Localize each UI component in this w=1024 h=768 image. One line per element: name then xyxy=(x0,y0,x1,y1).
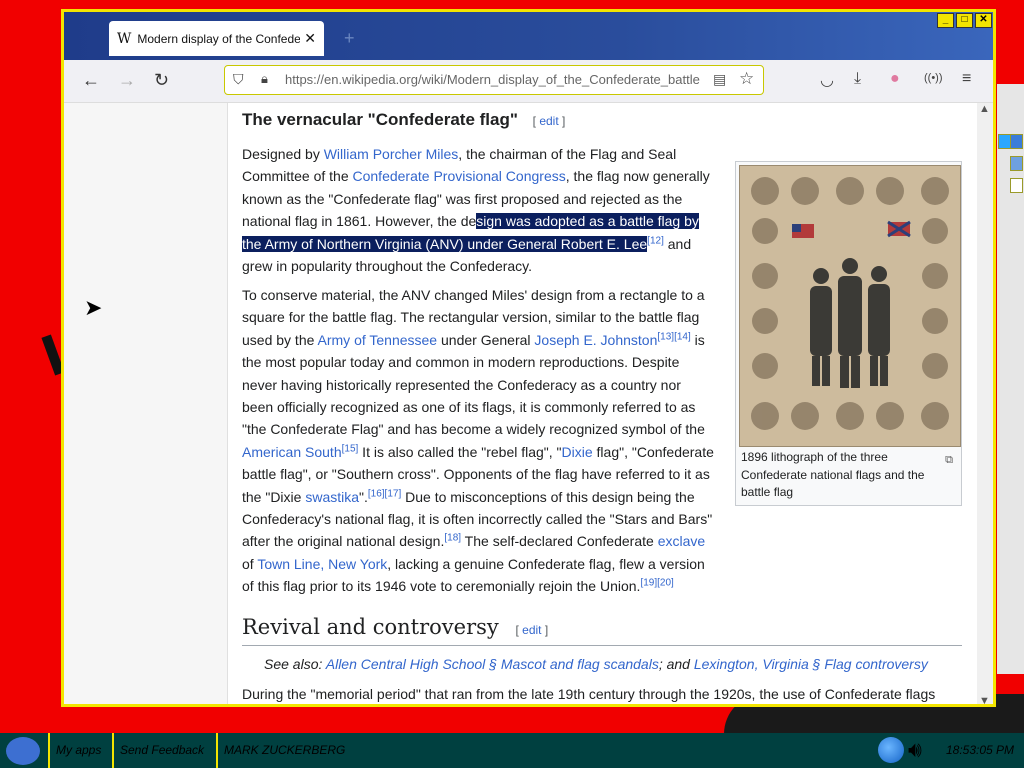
edit-link-label[interactable]: edit xyxy=(539,114,558,128)
menu-icon[interactable]: ≡ xyxy=(962,70,971,88)
text-span: Designed by xyxy=(242,146,324,162)
address-bar[interactable]: ⛉ 🔒︎ https://en.wikipedia.org/wiki/Moder… xyxy=(224,65,764,95)
navigation-toolbar: ← → ↻ ⛉ 🔒︎ https://en.wikipedia.org/wiki… xyxy=(64,60,993,103)
strip-square xyxy=(1010,178,1023,193)
taskbar-item-user[interactable]: MARK ZUCKERBERG xyxy=(216,733,345,768)
page-content: The vernacular "Confederate flag" [ edit… xyxy=(64,103,993,704)
minimize-button[interactable]: _ xyxy=(937,13,954,28)
link-swastika[interactable]: swastika xyxy=(305,489,359,505)
browser-window: W Modern display of the Confederate ✕ + … xyxy=(61,9,996,707)
shield-icon[interactable]: ⛉ xyxy=(233,71,244,88)
text-span: ". xyxy=(359,488,368,505)
back-arrow-icon[interactable]: ← xyxy=(82,70,100,91)
taskbar: My apps Send Feedback MARK ZUCKERBERG 🔊︎… xyxy=(0,733,1024,768)
link-army-of-tennessee[interactable]: Army of Tennessee xyxy=(318,332,438,348)
close-window-button[interactable]: ✕ xyxy=(975,13,992,28)
text-span: ; and xyxy=(658,656,694,672)
mouse-cursor-icon: ➤ xyxy=(84,295,103,320)
taskbar-item-send-feedback[interactable]: Send Feedback xyxy=(112,733,204,768)
accessibility-icon[interactable]: ((•)) xyxy=(924,72,943,84)
enlarge-icon[interactable]: ⧉ xyxy=(945,449,953,471)
scroll-down-icon[interactable]: ▼ xyxy=(979,695,990,704)
strip-square xyxy=(1010,156,1023,171)
paragraph-2: To conserve material, the ANV changed Mi… xyxy=(242,284,714,598)
link-dixie[interactable]: Dixie xyxy=(562,444,593,460)
forward-arrow-icon[interactable]: → xyxy=(118,70,136,91)
link-town-line-new-york[interactable]: Town Line, New York xyxy=(257,556,387,572)
pocket-icon[interactable]: ◡ xyxy=(820,70,834,90)
download-icon[interactable]: ⤓ xyxy=(854,70,861,88)
edit-link-label[interactable]: edit xyxy=(522,623,541,637)
text-span: under General xyxy=(437,331,535,348)
heading-text: The vernacular "Confederate flag" xyxy=(242,110,518,129)
reference-link[interactable]: [19][20] xyxy=(640,578,673,589)
link-american-south[interactable]: American South xyxy=(242,444,342,460)
speaker-icon[interactable]: 🔊︎ xyxy=(908,737,922,763)
thumbnail-caption: 1896 lithograph of the three Confederate… xyxy=(741,450,925,499)
network-globe-icon[interactable] xyxy=(878,737,904,763)
lithograph-illustration xyxy=(740,166,960,446)
new-tab-icon[interactable]: + xyxy=(344,28,355,49)
lock-icon[interactable]: 🔒︎ xyxy=(261,71,268,87)
section-heading-revival: Revival and controversy [ edit ] xyxy=(242,615,962,647)
start-menu-icon[interactable] xyxy=(6,737,40,765)
link-joseph-e-johnston[interactable]: Joseph E. Johnston xyxy=(534,332,657,348)
edit-link[interactable]: [ edit ] xyxy=(515,623,548,637)
link-lexington-virginia[interactable]: Lexington, Virginia § Flag controversy xyxy=(694,656,928,672)
reader-view-icon[interactable]: ▤ xyxy=(713,71,726,88)
tab-title: Modern display of the Confederate xyxy=(137,31,301,46)
wikipedia-icon: W xyxy=(117,30,132,47)
link-exclave[interactable]: exclave xyxy=(658,533,705,549)
lithograph-image[interactable] xyxy=(739,165,961,447)
heading-text: Revival and controversy xyxy=(242,615,499,639)
reference-link[interactable]: [16][17] xyxy=(368,488,401,499)
maximize-button[interactable]: □ xyxy=(956,13,973,28)
reference-link[interactable]: [13][14] xyxy=(657,331,690,342)
taskbar-item-my-apps[interactable]: My apps xyxy=(48,733,101,768)
text-span: of xyxy=(242,555,258,572)
strip-square xyxy=(1010,134,1023,149)
tab-active[interactable]: W Modern display of the Confederate ✕ xyxy=(109,21,324,56)
text-span: It is also called the "rebel flag", " xyxy=(358,443,562,460)
reference-link[interactable]: [15] xyxy=(342,443,359,454)
window-controls: _ □ ✕ xyxy=(937,13,992,28)
section-heading: The vernacular "Confederate flag" [ edit… xyxy=(242,109,565,132)
paragraph-3: During the "memorial period" that ran fr… xyxy=(242,686,936,702)
link-william-porcher-miles[interactable]: William Porcher Miles xyxy=(324,146,459,162)
background-window-strip[interactable] xyxy=(997,84,1024,674)
link-allen-central-high-school[interactable]: Allen Central High School § Mascot and f… xyxy=(326,656,659,672)
see-also-label: See also: xyxy=(264,656,323,672)
scroll-up-icon[interactable]: ▲ xyxy=(979,103,990,115)
close-tab-icon[interactable]: ✕ xyxy=(304,30,316,47)
thumbnail-figure: 1896 lithograph of the three Confederate… xyxy=(735,161,962,506)
sidebar xyxy=(64,103,228,704)
clock[interactable]: 18:53:05 PM xyxy=(946,743,1014,757)
extension-icon[interactable]: ● xyxy=(890,70,900,88)
edit-link[interactable]: [ edit ] xyxy=(533,114,566,128)
reference-link[interactable]: [18] xyxy=(444,533,461,544)
paragraph-1: Designed by William Porcher Miles, the c… xyxy=(242,143,714,277)
bookmark-star-icon[interactable]: ☆ xyxy=(739,69,754,89)
reference-link[interactable]: [12] xyxy=(647,235,664,246)
reload-icon[interactable]: ↻ xyxy=(154,70,169,91)
url-text[interactable]: https://en.wikipedia.org/wiki/Modern_dis… xyxy=(285,72,703,87)
see-also-hatnote: See also: Allen Central High School § Ma… xyxy=(264,653,928,675)
vertical-scrollbar[interactable]: ▲ ▼ xyxy=(977,103,993,704)
text-span: The self-declared Confederate xyxy=(461,533,658,550)
link-confederate-provisional-congress[interactable]: Confederate Provisional Congress xyxy=(353,168,566,184)
title-bar[interactable]: W Modern display of the Confederate ✕ + … xyxy=(64,12,993,60)
